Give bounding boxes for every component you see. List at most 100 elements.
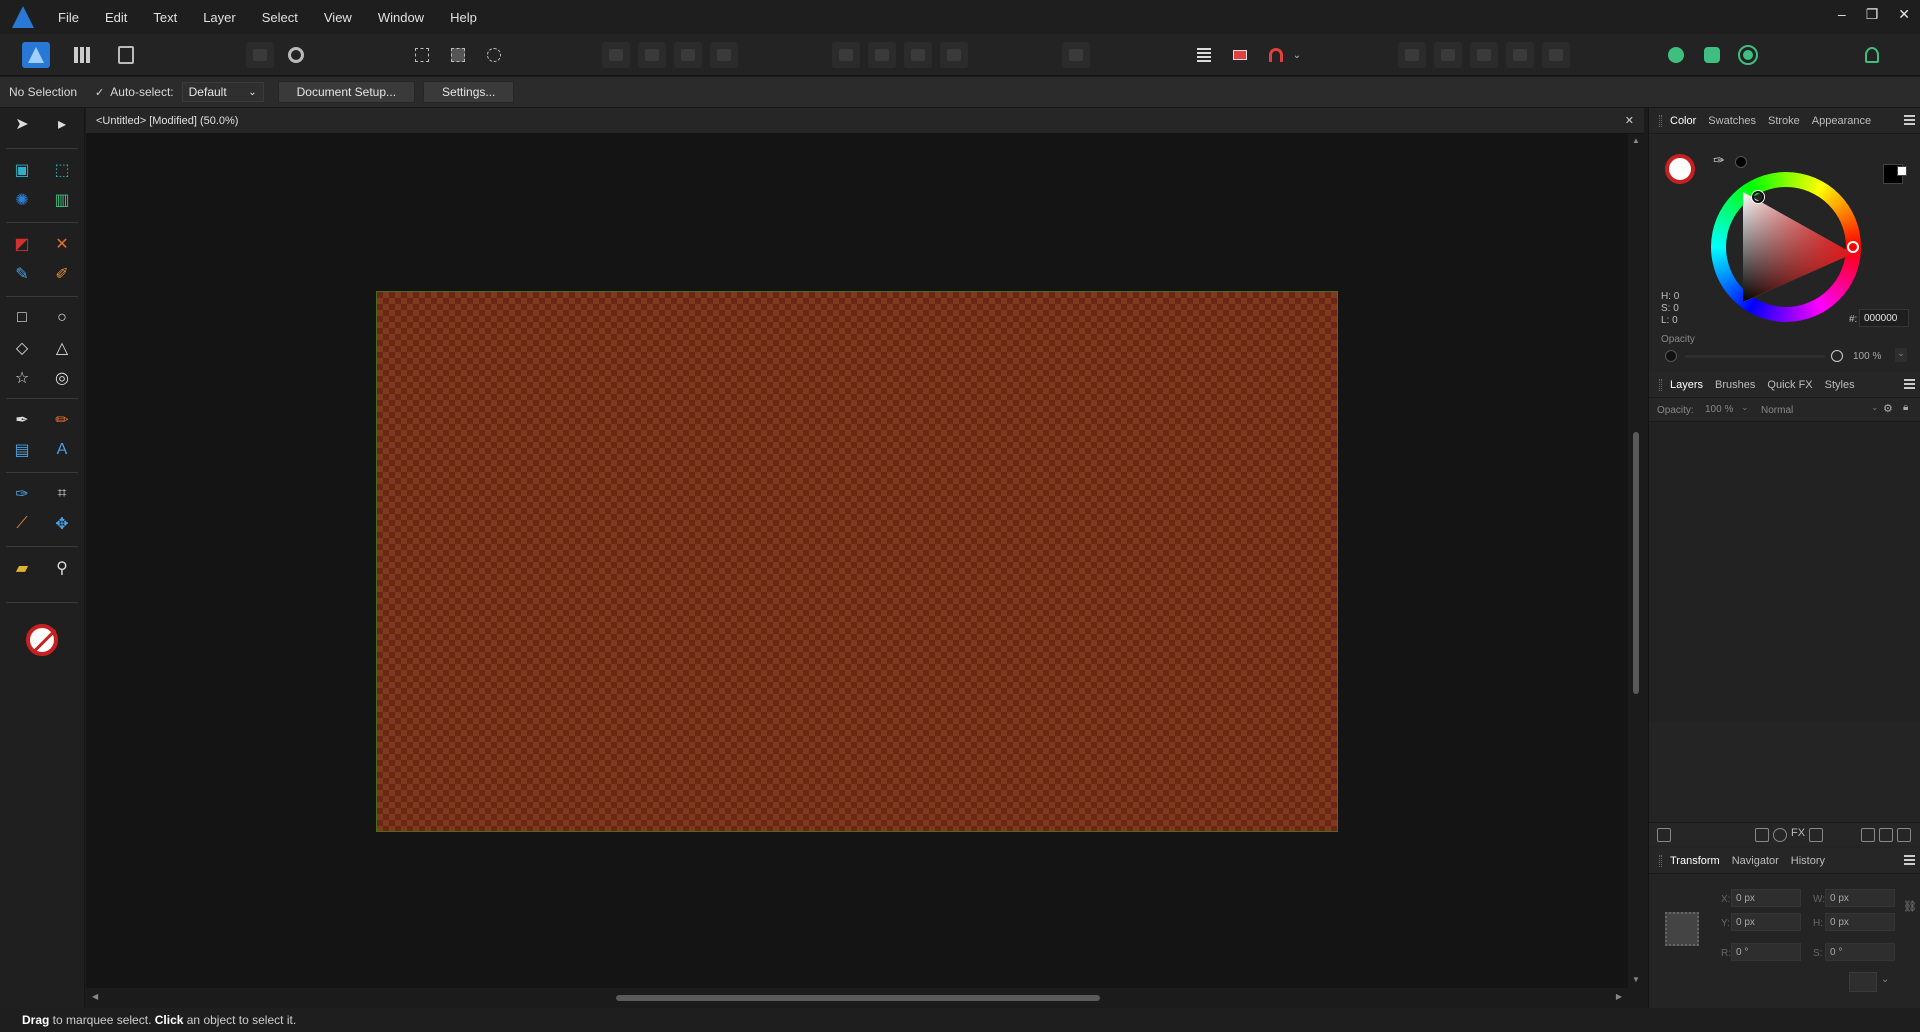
pencil-tool-icon[interactable]: ✐ — [48, 260, 76, 288]
node-tool-icon[interactable]: ▸ — [48, 110, 76, 138]
fill-stroke-swatch-icon[interactable] — [22, 620, 62, 660]
snapping-magnet-icon[interactable] — [1262, 42, 1290, 68]
transform-origin-chevron-down-icon[interactable]: ⌄ — [1881, 974, 1889, 985]
trash-icon[interactable] — [1897, 828, 1911, 842]
insert-behind-icon[interactable] — [1190, 42, 1218, 68]
tab-transform[interactable]: Transform — [1670, 855, 1720, 867]
pen-tool-icon[interactable]: ✒ — [8, 406, 36, 434]
rectangle-tool-icon[interactable]: □ — [8, 304, 36, 332]
lock-icon[interactable]: 🔒︎ — [1903, 402, 1908, 413]
panel-menu-icon[interactable] — [1904, 115, 1915, 125]
artistic-text-tool-icon[interactable]: A — [48, 436, 76, 464]
view-tool-icon[interactable]: ✥ — [48, 510, 76, 538]
panel-grip-icon[interactable] — [1659, 378, 1662, 391]
panel-grip-icon[interactable] — [1659, 114, 1662, 127]
tab-styles[interactable]: Styles — [1825, 379, 1855, 391]
eyedropper-tool-icon[interactable]: ⟋ — [8, 510, 36, 538]
rotate-right-icon[interactable] — [940, 42, 968, 68]
gear-icon[interactable] — [282, 42, 310, 68]
panel-menu-icon[interactable] — [1904, 379, 1915, 389]
hex-input[interactable]: 000000 — [1859, 309, 1909, 327]
arrange-back-icon[interactable] — [602, 42, 630, 68]
minimize-button[interactable]: – — [1838, 6, 1846, 23]
pixel-persona-icon[interactable] — [68, 42, 96, 68]
w-input[interactable]: 0 px — [1825, 889, 1895, 907]
arrange-forward-icon[interactable] — [674, 42, 702, 68]
scroll-left-icon[interactable]: ◀ — [92, 992, 98, 1001]
share-icon[interactable] — [1734, 42, 1762, 68]
assistant-icon[interactable] — [1662, 42, 1690, 68]
insert-inside-icon[interactable] — [1226, 42, 1254, 68]
tab-appearance[interactable]: Appearance — [1812, 115, 1871, 127]
place-image-tool-icon[interactable]: ▤ — [8, 436, 36, 464]
select-same-icon[interactable] — [480, 42, 508, 68]
transform-origin-button[interactable] — [1849, 972, 1877, 992]
horizontal-scrollbar[interactable]: ◀ ▶ — [86, 988, 1644, 1008]
canvas-area[interactable] — [86, 134, 1628, 988]
current-color-swatch[interactable] — [1735, 156, 1747, 168]
mask-layer-icon[interactable] — [1755, 828, 1769, 842]
secondary-color-swatch[interactable] — [1897, 166, 1907, 176]
flip-vertical-icon[interactable] — [868, 42, 896, 68]
tab-stroke[interactable]: Stroke — [1768, 115, 1800, 127]
vertical-scroll-thumb[interactable] — [1633, 432, 1639, 694]
shear-input[interactable]: 0 ° — [1825, 943, 1895, 961]
move-tool-icon[interactable]: ➤ — [8, 110, 36, 138]
panel-menu-icon[interactable] — [1904, 855, 1915, 865]
color-picker-handle[interactable] — [1752, 191, 1764, 203]
account-user-icon[interactable] — [1858, 42, 1886, 68]
diamond-tool-icon[interactable]: ◇ — [8, 334, 36, 362]
opacity-slider[interactable] — [1685, 355, 1825, 358]
designer-persona-icon[interactable] — [22, 42, 50, 68]
scroll-down-icon[interactable]: ▼ — [1632, 975, 1640, 984]
menu-file[interactable]: File — [58, 10, 79, 25]
add-pixel-layer-icon[interactable] — [1809, 828, 1823, 842]
triangle-tool-icon[interactable]: △ — [48, 334, 76, 362]
pixel-selection-tool-icon[interactable]: ▣ — [8, 156, 36, 184]
hue-handle[interactable] — [1847, 241, 1859, 253]
crop-tool-icon[interactable]: ⌗ — [48, 480, 76, 508]
select-all-icon[interactable] — [408, 42, 436, 68]
layer-copy-icon[interactable] — [1657, 828, 1671, 842]
arrange-front-icon[interactable] — [710, 42, 738, 68]
flip-horizontal-icon[interactable] — [832, 42, 860, 68]
rotation-input[interactable]: 0 ° — [1731, 943, 1801, 961]
document-tab[interactable]: <Untitled> [Modified] (50.0%) ✕ — [86, 108, 1644, 134]
fill-stroke-swatch-icon[interactable] — [1665, 154, 1695, 184]
select-inverse-icon[interactable] — [444, 42, 472, 68]
fx-icon[interactable]: FX — [1791, 827, 1805, 839]
star-tool-icon[interactable]: ☆ — [8, 364, 36, 392]
menu-edit[interactable]: Edit — [105, 10, 127, 25]
menu-view[interactable]: View — [324, 10, 352, 25]
color-picker-tool-icon[interactable]: ✑ — [8, 480, 36, 508]
gear-icon[interactable]: ⚙ — [1883, 402, 1893, 415]
panel-grip-icon[interactable] — [1659, 854, 1662, 867]
marquee-tool-icon[interactable]: ⬚ — [48, 156, 76, 184]
scroll-right-icon[interactable]: ▶ — [1616, 992, 1622, 1001]
document-setup-button[interactable]: Document Setup... — [277, 81, 416, 103]
y-input[interactable]: 0 px — [1731, 913, 1801, 931]
ellipse-tool-icon[interactable]: ○ — [48, 304, 76, 332]
tab-navigator[interactable]: Navigator — [1732, 855, 1779, 867]
close-document-icon[interactable]: ✕ — [1625, 114, 1634, 127]
boolean-xor-icon[interactable] — [1506, 42, 1534, 68]
vector-brush-tool-icon[interactable]: ✎ — [8, 260, 36, 288]
eyedropper-icon[interactable]: ✑ — [1713, 152, 1725, 169]
close-window-button[interactable]: ✕ — [1898, 6, 1910, 23]
blend-mode-value[interactable]: Normal — [1761, 405, 1793, 416]
opacity-slider-handle[interactable] — [1831, 350, 1843, 362]
boolean-divide-icon[interactable] — [1542, 42, 1570, 68]
group-layer-icon[interactable] — [1879, 828, 1893, 842]
align-icon[interactable] — [1062, 42, 1090, 68]
opacity-dropdown-chevron-down-icon[interactable]: ⌄ — [1895, 348, 1907, 362]
fill-tool-icon[interactable]: ◩ — [8, 230, 36, 258]
vector-crop-tool-icon[interactable]: ▥ — [48, 186, 76, 214]
menu-text[interactable]: Text — [153, 10, 177, 25]
blend-mode-chevron-down-icon[interactable]: ⌄ — [1871, 402, 1879, 413]
boolean-intersect-icon[interactable] — [1470, 42, 1498, 68]
autoselect-dropdown[interactable]: Default ⌄ — [181, 82, 264, 102]
tab-layers[interactable]: Layers — [1670, 379, 1703, 391]
menu-help[interactable]: Help — [450, 10, 477, 25]
boolean-subtract-icon[interactable] — [1434, 42, 1462, 68]
tab-color[interactable]: Color — [1670, 115, 1696, 127]
